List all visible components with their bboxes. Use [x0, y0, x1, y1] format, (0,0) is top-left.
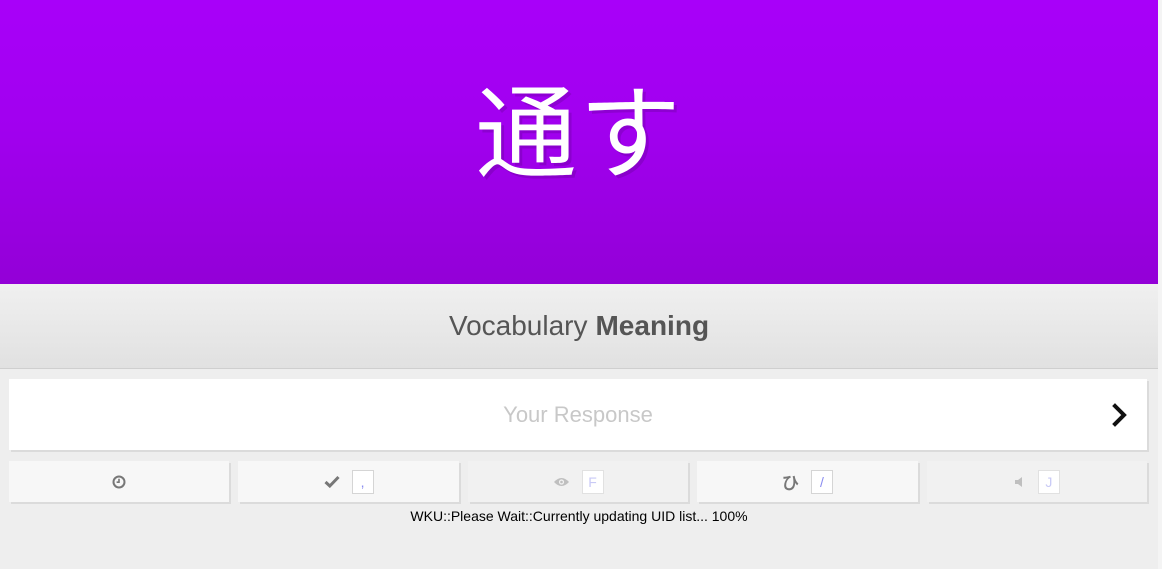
item-details-button[interactable]: F — [467, 461, 689, 502]
checkmark-icon — [324, 475, 340, 488]
review-character: 通す — [475, 76, 683, 195]
submit-answer-button[interactable] — [1109, 401, 1133, 429]
character-panel: 通す — [0, 0, 1158, 284]
shortcut-key-f: F — [581, 469, 604, 494]
hiragana-button[interactable]: ひ / — [697, 461, 918, 502]
item-info-button[interactable]: , — [238, 461, 459, 502]
hiragana-icon: ひ — [781, 474, 799, 494]
speaker-icon — [1014, 476, 1026, 488]
page-edge-strip — [1158, 0, 1162, 569]
question-type-banner: Vocabulary Meaning — [0, 284, 1158, 369]
answer-input[interactable] — [9, 379, 1147, 450]
audio-button[interactable]: J — [926, 461, 1148, 502]
shortcut-key-j: J — [1037, 469, 1060, 494]
question-mode: Meaning — [595, 310, 710, 341]
shortcut-key-slash: / — [810, 469, 833, 494]
eye-icon — [553, 476, 570, 488]
shortcut-key-comma: , — [351, 469, 374, 494]
additional-content-bar: , F ひ / J — [9, 461, 1148, 502]
chevron-right-icon — [1112, 403, 1127, 427]
question-kind: Vocabulary — [448, 310, 588, 341]
clock-icon — [112, 475, 126, 489]
status-message: WKU::Please Wait::Currently updating UID… — [410, 508, 748, 524]
review-screen: 通す Vocabulary Meaning Your Response , F … — [0, 0, 1162, 569]
last-items-button[interactable] — [9, 461, 230, 502]
answer-form — [9, 379, 1147, 450]
